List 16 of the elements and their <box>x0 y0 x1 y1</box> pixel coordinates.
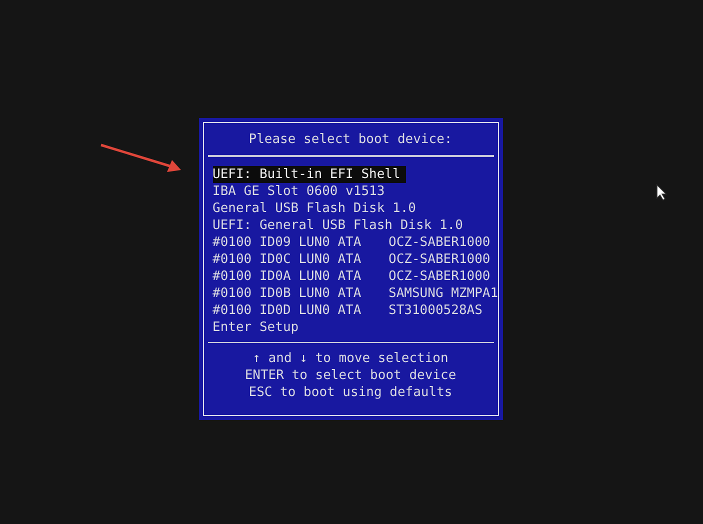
boot-option[interactable]: IBA GE Slot 0600 v1513 <box>212 182 388 200</box>
boot-option[interactable]: UEFI: Built-in EFI Shell <box>212 166 406 182</box>
boot-option[interactable]: UEFI: General USB Flash Disk 1.0 <box>212 216 463 234</box>
boot-option[interactable]: General USB Flash Disk 1.0 <box>212 200 416 216</box>
boot-option[interactable]: #0100 ID0B LUN0 ATA SAMSUNG MZMPA1 <box>212 284 498 302</box>
help-text: ESC to boot using defaults <box>248 384 454 401</box>
dialog-title: Please select boot device: <box>248 131 454 149</box>
boot-option[interactable]: #0100 ID0C LUN0 ATA OCZ-SABER1000 <box>212 250 490 268</box>
cursor-icon <box>656 184 668 201</box>
boot-option[interactable]: #0100 ID0D LUN0 ATA ST31000528AS <box>212 302 482 318</box>
help-text: ↑ and ↓ to move selection <box>252 350 450 367</box>
help-text: ENTER to select boot device <box>244 367 458 384</box>
boot-option[interactable]: #0100 ID09 LUN0 ATA OCZ-SABER1000 <box>212 234 490 250</box>
boot-option[interactable]: #0100 ID0A LUN0 ATA OCZ-SABER1000 <box>212 268 490 284</box>
arrow-icon <box>99 143 183 173</box>
boot-option[interactable]: Enter Setup <box>212 318 388 336</box>
